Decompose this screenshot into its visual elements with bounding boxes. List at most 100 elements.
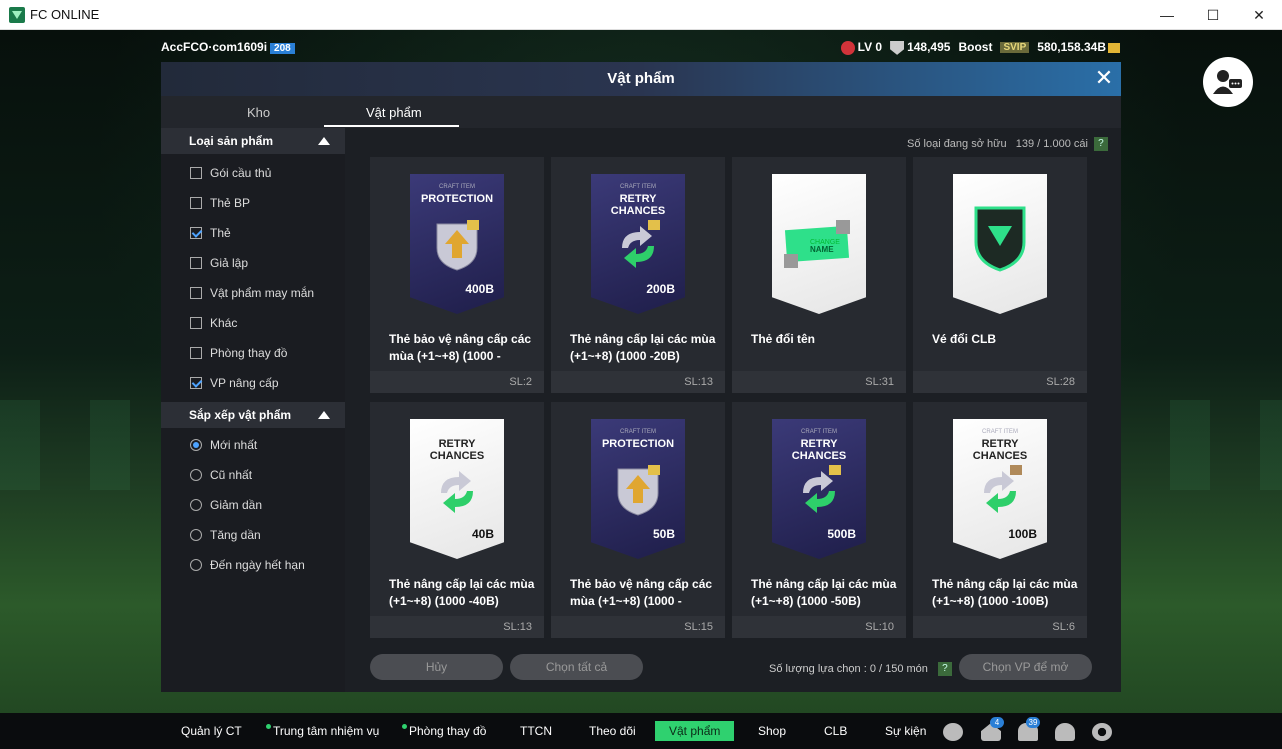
card-amount: 100B bbox=[1008, 527, 1037, 541]
gear-icon[interactable] bbox=[1092, 723, 1112, 741]
card-amount: 400B bbox=[465, 282, 494, 296]
item-card[interactable]: CRAFT ITEM RETRY CHANCES 500B Thẻ nâng c… bbox=[732, 402, 906, 638]
filter-label: Gói cầu thủ bbox=[210, 166, 272, 180]
radio[interactable] bbox=[190, 469, 202, 481]
item-card-art: CHANGE NAME bbox=[772, 174, 866, 314]
nav-quan-ly-ct[interactable]: Quản lý CT bbox=[181, 724, 242, 738]
close-window-button[interactable]: ✕ bbox=[1236, 0, 1282, 30]
top-status-bar: AccFCO·com1609i 208 LV 0 148,495 Boost SV… bbox=[0, 38, 1282, 58]
sort-label: Đến ngày hết hạn bbox=[210, 558, 305, 572]
account-level-badge: 208 bbox=[270, 43, 295, 54]
profile-icon[interactable] bbox=[1055, 723, 1075, 741]
radio[interactable] bbox=[190, 529, 202, 541]
checkbox[interactable] bbox=[190, 197, 202, 209]
shield-icon bbox=[617, 465, 660, 516]
item-quantity: SL:6 bbox=[913, 616, 1087, 638]
nav-shop[interactable]: Shop bbox=[758, 724, 786, 738]
sort-label: Mới nhất bbox=[210, 438, 258, 452]
item-quantity: SL:28 bbox=[913, 371, 1087, 393]
modal-tabs: Kho Vật phẩm bbox=[161, 96, 1121, 128]
item-card[interactable]: CRAFT ITEM RETRY CHANCES 100B Thẻ nâng c… bbox=[913, 402, 1087, 638]
card-tag: CRAFT ITEM bbox=[439, 184, 475, 190]
card-tag: CRAFT ITEM bbox=[801, 429, 837, 435]
chat-icon[interactable] bbox=[943, 723, 963, 741]
item-name: Thẻ nâng cấp lại các mùa (+1~+8) (1000 -… bbox=[932, 577, 1078, 608]
friends-chat-button[interactable] bbox=[1203, 57, 1253, 107]
checkbox[interactable] bbox=[190, 257, 202, 269]
nav-su-kien[interactable]: Sự kiện bbox=[885, 724, 926, 738]
checkbox-checked[interactable] bbox=[190, 377, 202, 389]
radio-selected[interactable] bbox=[190, 439, 202, 451]
nav-theo-doi[interactable]: Theo dõi bbox=[589, 724, 636, 738]
filter-label: Thẻ bbox=[210, 226, 231, 240]
item-name: Thẻ nâng cấp lại các mùa (+1~+8) (1000 -… bbox=[389, 577, 535, 608]
fc-online-logo-icon bbox=[9, 7, 25, 23]
card-amount: 500B bbox=[827, 527, 856, 541]
cancel-button[interactable]: Hủy bbox=[370, 654, 503, 680]
collapse-up-icon bbox=[318, 411, 330, 419]
item-quantity: SL:13 bbox=[370, 616, 544, 638]
checkbox-checked[interactable] bbox=[190, 227, 202, 239]
filter-label: Vật phẩm may mắn bbox=[210, 286, 315, 300]
radio[interactable] bbox=[190, 499, 202, 511]
checkbox[interactable] bbox=[190, 317, 202, 329]
item-card[interactable]: RETRY CHANCES 40B Thẻ nâng cấp lại các m… bbox=[370, 402, 544, 638]
checkbox[interactable] bbox=[190, 287, 202, 299]
item-name: Thẻ nâng cấp lại các mùa (+1~+8) (1000 -… bbox=[751, 577, 897, 608]
retry-icon bbox=[622, 220, 660, 268]
svg-text:NAME: NAME bbox=[810, 245, 834, 254]
item-card-art: CRAFT ITEM RETRY CHANCES 200B bbox=[591, 174, 685, 314]
open-items-button[interactable]: Chọn VP để mở bbox=[959, 654, 1092, 680]
owned-count: Số loại đang sở hữu 139 / 1.000 cái? bbox=[907, 137, 1108, 151]
modal-close-button[interactable]: ✕ bbox=[1093, 67, 1115, 90]
maximize-button[interactable]: ☐ bbox=[1190, 0, 1236, 30]
item-card[interactable]: CHANGE NAME Thẻ đổi tên SL:31 bbox=[732, 157, 906, 393]
item-card-art bbox=[953, 174, 1047, 314]
items-modal: Vật phẩm ✕ Kho Vật phẩm Loại sản phẩm Gó… bbox=[161, 62, 1121, 692]
filter-label: VP nâng cấp bbox=[210, 376, 279, 390]
card-title: RETRY CHANCES bbox=[791, 438, 847, 462]
item-card[interactable]: CRAFT ITEM PROTECTION 400B Thẻ bảo vệ nâ… bbox=[370, 157, 544, 393]
nav-ttcn[interactable]: TTCN bbox=[520, 724, 552, 738]
card-title: RETRY CHANCES bbox=[972, 438, 1028, 462]
radio[interactable] bbox=[190, 559, 202, 571]
type-section-header[interactable]: Loại sản phẩm bbox=[161, 128, 345, 154]
item-card[interactable]: CRAFT ITEM RETRY CHANCES 200B Thẻ nâng c… bbox=[551, 157, 725, 393]
currency1-display: 148,495 bbox=[890, 40, 950, 55]
checkbox[interactable] bbox=[190, 167, 202, 179]
tab-kho[interactable]: Kho bbox=[247, 105, 270, 120]
sort-section-header[interactable]: Sắp xếp vật phẩm bbox=[161, 402, 345, 428]
nav-vat-pham[interactable]: Vật phẩm bbox=[655, 721, 735, 741]
user-chat-icon bbox=[1213, 70, 1242, 94]
item-card[interactable]: Vé đổi CLB SL:28 bbox=[913, 157, 1087, 393]
filter-label: Thẻ BP bbox=[210, 196, 251, 210]
minimize-button[interactable]: — bbox=[1144, 0, 1190, 30]
item-card[interactable]: CRAFT ITEM PROTECTION 50B Thẻ bảo vệ nân… bbox=[551, 402, 725, 638]
window-titlebar: FC ONLINE — ☐ ✕ bbox=[0, 0, 1282, 30]
nav-phong-thay-do[interactable]: Phòng thay đồ bbox=[402, 724, 486, 738]
sort-label: Tăng dần bbox=[210, 528, 261, 542]
owned-value: 139 / 1.000 cái bbox=[1015, 137, 1088, 150]
help-icon[interactable]: ? bbox=[937, 662, 952, 676]
help-icon[interactable]: ? bbox=[1093, 137, 1108, 151]
coin-icon bbox=[1108, 43, 1120, 54]
select-all-button[interactable]: Chọn tất cả bbox=[510, 654, 643, 680]
nav-trung-tam-nhiem-vu[interactable]: Trung tâm nhiệm vụ bbox=[266, 724, 379, 738]
modal-title: Vật phẩm bbox=[607, 70, 675, 87]
card-title: RETRY CHANCES bbox=[610, 193, 666, 217]
item-quantity: SL:2 bbox=[370, 371, 544, 393]
nav-clb[interactable]: CLB bbox=[824, 724, 847, 738]
sort-label: Giảm dần bbox=[210, 498, 263, 512]
home-badge: 4 bbox=[990, 717, 1004, 728]
tab-vat-pham[interactable]: Vật phẩm bbox=[366, 105, 422, 120]
account-name: AccFCO·com1609i bbox=[161, 40, 268, 54]
item-name: Thẻ nâng cấp lại các mùa (+1~+8) (1000 -… bbox=[570, 332, 716, 363]
checkbox[interactable] bbox=[190, 347, 202, 359]
change-name-icon: CHANGENAME bbox=[784, 220, 850, 268]
filter-sidebar: Loại sản phẩm Gói cầu thủ Thẻ BP Thẻ Giả… bbox=[161, 128, 345, 692]
club-icon bbox=[974, 206, 1026, 272]
currency2-text: 580,158.34B bbox=[1037, 40, 1106, 55]
item-card-art: CRAFT ITEM RETRY CHANCES 100B bbox=[953, 419, 1047, 559]
card-title: PROTECTION bbox=[420, 193, 494, 205]
boost-label: Boost bbox=[958, 40, 993, 55]
